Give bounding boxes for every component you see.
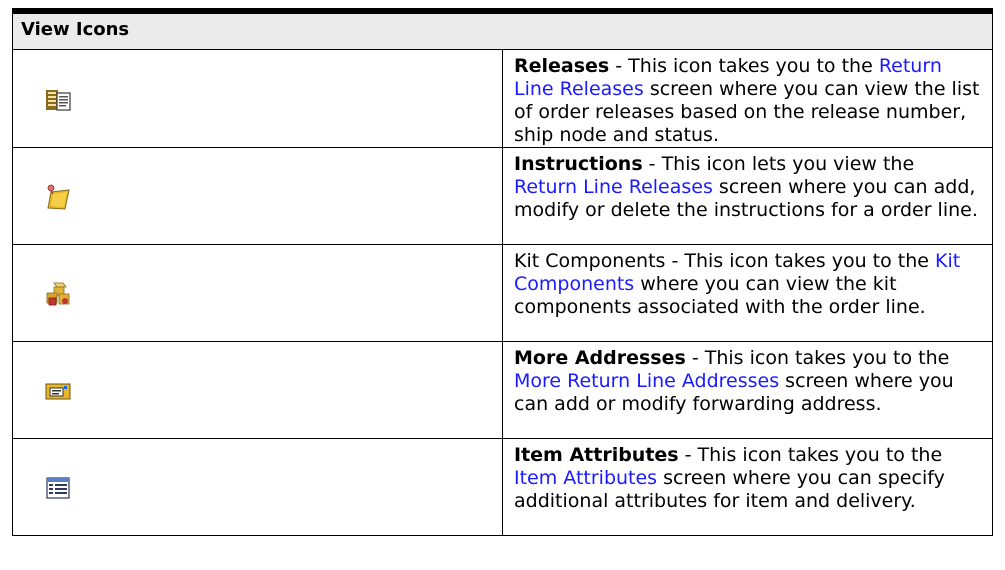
- table-row: Releases - This icon takes you to the Re…: [12, 49, 993, 148]
- description-cell: Instructions - This icon lets you view t…: [502, 147, 993, 245]
- description-cell: Item Attributes - This icon takes you to…: [502, 438, 993, 536]
- instructions-icon: [47, 184, 70, 210]
- item-attributes-link[interactable]: Item Attributes: [514, 467, 657, 489]
- row-text: - This icon takes you to the: [609, 55, 879, 77]
- header-row: View Icons: [12, 13, 993, 50]
- icon-cell: [12, 438, 503, 536]
- releases-icon: [46, 90, 71, 111]
- row-text: - This icon takes you to the: [678, 444, 943, 466]
- table-row: More Addresses - This icon takes you to …: [12, 341, 993, 439]
- row-text: - This icon lets you view the: [642, 153, 915, 175]
- row-title: More Addresses: [514, 347, 686, 369]
- kit-components-icon: [46, 282, 70, 306]
- icon-cell: [12, 341, 503, 439]
- description-cell: Kit Components - This icon takes you to …: [502, 244, 993, 342]
- table-header: View Icons: [12, 13, 993, 50]
- row-title: Item Attributes: [514, 444, 679, 466]
- item-attributes-icon: [46, 477, 70, 499]
- icon-cell: [12, 244, 503, 342]
- more-addresses-icon: [45, 383, 71, 400]
- row-text: Kit Components - This icon takes you to …: [514, 250, 935, 272]
- row-title: Instructions: [514, 153, 643, 175]
- icon-cell: [12, 147, 503, 245]
- description-cell: Releases - This icon takes you to the Re…: [502, 49, 993, 148]
- description-cell: More Addresses - This icon takes you to …: [502, 341, 993, 439]
- row-title: Releases: [514, 55, 610, 77]
- more-return-line-addresses-link[interactable]: More Return Line Addresses: [514, 370, 779, 392]
- icon-cell: [12, 49, 503, 148]
- view-icons-table-wrapper: View Icons Releases - This icon takes yo…: [12, 8, 993, 536]
- view-icons-table: View Icons Releases - This icon takes yo…: [12, 13, 993, 536]
- return-line-releases-link[interactable]: Return Line Releases: [514, 176, 713, 198]
- table-row: Kit Components - This icon takes you to …: [12, 244, 993, 342]
- table-row: Instructions - This icon lets you view t…: [12, 147, 993, 245]
- row-text: - This icon takes you to the: [685, 347, 950, 369]
- table-row: Item Attributes - This icon takes you to…: [12, 438, 993, 536]
